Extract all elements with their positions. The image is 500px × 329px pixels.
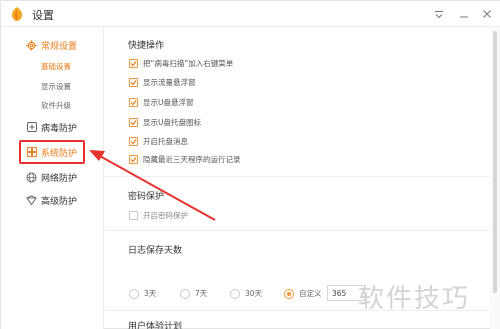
highlight-box	[19, 140, 85, 164]
checkbox[interactable]	[129, 136, 138, 146]
close-button[interactable]	[478, 5, 496, 23]
checkbox-label: 开启托盘消息	[143, 136, 188, 146]
radio-button[interactable]	[284, 288, 294, 299]
radio-option[interactable]: 3天	[129, 288, 156, 299]
radio-button[interactable]	[180, 288, 190, 299]
settings-window: 设置 常规设置 基础设置 显示设置 软件升级 病毒防护 系统防护 网络防护 高级…	[0, 0, 500, 329]
menu-chevron-icon	[435, 10, 443, 18]
shield-icon	[26, 194, 37, 206]
checkbox-label: 显示U盘托盘图标	[143, 117, 201, 127]
checkbox-label: 隐藏最近三天程序的运行记录	[143, 154, 241, 164]
password-title: 密码保护	[128, 192, 165, 202]
close-icon	[483, 10, 491, 18]
checkbox[interactable]	[129, 97, 138, 107]
checkbox-label: 开启密码保护	[143, 210, 188, 220]
minimize-icon	[460, 16, 468, 18]
checkbox-row[interactable]: 开启托盘消息	[129, 135, 188, 147]
sidebar-item-network[interactable]: 网络防护	[1, 166, 104, 188]
radio-button[interactable]	[129, 288, 139, 299]
divider	[105, 230, 489, 231]
checkbox[interactable]	[129, 77, 138, 87]
checkbox[interactable]	[129, 58, 138, 68]
plus-square-icon	[26, 122, 37, 133]
sidebar-item-virus[interactable]: 病毒防护	[1, 116, 104, 138]
window-title: 设置	[32, 9, 54, 22]
sidebar-subitem-upgrade[interactable]: 软件升级	[41, 100, 71, 111]
checkbox-label: 把“病毒扫描”加入右键菜单	[143, 58, 234, 68]
radio-label: 自定义	[299, 289, 322, 298]
radio-option[interactable]: 30天	[230, 288, 262, 299]
checkbox-row[interactable]: 显示U盘悬浮窗	[129, 96, 194, 108]
scroll-thumb[interactable]	[493, 31, 497, 293]
sidebar-item-advanced[interactable]: 高级防护	[1, 189, 104, 211]
checkbox[interactable]	[129, 117, 138, 127]
title-bar: 设置	[1, 1, 500, 27]
menu-dropdown-button[interactable]	[430, 5, 448, 23]
checkbox-row[interactable]: 显示U盘托盘图标	[129, 116, 201, 128]
checkbox-label: 显示流量悬浮窗	[143, 77, 196, 87]
sidebar-item-label: 高级防护	[41, 196, 78, 207]
minimize-button[interactable]	[455, 5, 473, 23]
quick-ops-title: 快捷操作	[128, 41, 165, 51]
checkbox-row[interactable]: 把“病毒扫描”加入右键菜单	[129, 57, 233, 69]
radio-button[interactable]	[230, 288, 240, 299]
radio-label: 7天	[195, 289, 208, 298]
divider	[105, 176, 489, 177]
sidebar-item-label: 网络防护	[41, 173, 78, 184]
sidebar-item-label: 常规设置	[41, 41, 78, 52]
sidebar-subitem-basic[interactable]: 基础设置	[41, 61, 71, 72]
checkbox-row[interactable]: 开启密码保护	[129, 209, 188, 221]
radio-option[interactable]: 自定义	[284, 288, 322, 299]
sidebar-item-label: 病毒防护	[41, 123, 78, 134]
checkbox-row[interactable]: 隐藏最近三天程序的运行记录	[129, 153, 241, 165]
gear-icon	[26, 40, 37, 51]
scrollbar[interactable]	[490, 27, 500, 329]
radio-label: 3天	[144, 289, 157, 298]
sidebar-subitem-display[interactable]: 显示设置	[41, 81, 71, 92]
log-days-title: 日志保存天数	[128, 246, 183, 256]
sidebar: 常规设置 基础设置 显示设置 软件升级 病毒防护 系统防护 网络防护 高级防护	[1, 27, 104, 329]
radio-label: 30天	[245, 289, 263, 298]
experience-title: 用户体验计划	[128, 322, 183, 329]
checkbox[interactable]	[129, 210, 138, 220]
checkbox-row[interactable]: 显示流量悬浮窗	[129, 76, 196, 88]
radio-option[interactable]: 7天	[180, 288, 207, 299]
checkbox[interactable]	[129, 154, 138, 164]
globe-icon	[26, 172, 37, 183]
checkbox-label: 显示U盘悬浮窗	[143, 97, 194, 107]
app-logo-icon	[11, 7, 23, 21]
sidebar-item-general[interactable]: 常规设置	[1, 34, 104, 56]
watermark-text: 软件技巧	[358, 284, 471, 314]
